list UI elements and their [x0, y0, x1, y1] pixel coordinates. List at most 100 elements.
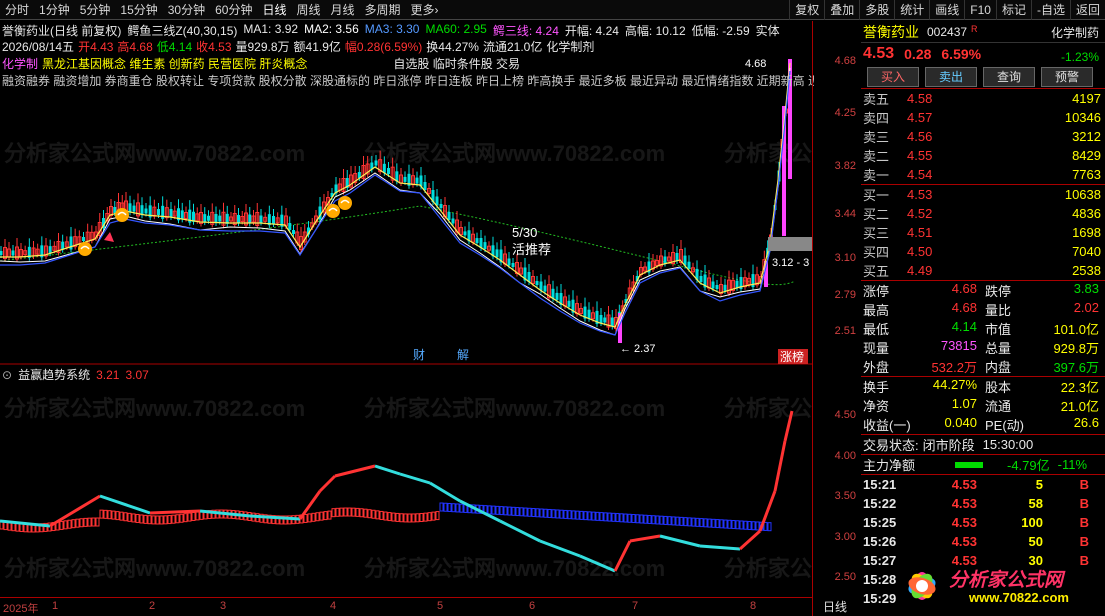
indicator-tick: 4.00	[834, 450, 856, 462]
trend-bar	[355, 507, 360, 517]
sell-button[interactable]: 卖出	[925, 66, 977, 87]
watermark-text: 分析家公式网www.70822.com	[724, 141, 812, 166]
logo-text: 分析家公式网	[949, 570, 1064, 591]
trend-line	[539, 539, 581, 558]
ma3-value: MA3: 3.30	[364, 22, 420, 36]
tick-row: 15:21 4.53 5 B	[861, 475, 1105, 494]
stat-row: 收益(一) 0.040 PE(动) 26.6	[861, 415, 1105, 434]
stat-row: 换手 44.27% 股本 22.3亿	[861, 377, 1105, 396]
bid-price[interactable]: 4.51	[907, 225, 977, 240]
netflow-pct: -11%	[1057, 457, 1088, 472]
mark-button[interactable]: 标记	[995, 0, 1031, 20]
concept-list[interactable]: 黑龙江基因概念 维生素 创新药 民营医院 肝炎概念	[42, 55, 307, 72]
adjust-button[interactable]: 复权	[789, 0, 824, 20]
watermark-text: 分析家公式网www.70822.com	[364, 396, 665, 421]
tab-60min[interactable]: 60分钟	[210, 0, 257, 20]
tab-minute[interactable]: 分时	[0, 0, 34, 20]
tab-1min[interactable]: 1分钟	[34, 0, 75, 20]
trend-bar	[163, 515, 168, 525]
ask-price[interactable]: 4.56	[907, 129, 977, 144]
tab-30min[interactable]: 30分钟	[163, 0, 210, 20]
stat-value: 532.2万	[931, 360, 977, 375]
tick-row: 15:25 4.53 100 B	[861, 513, 1105, 532]
bid-price[interactable]: 4.52	[907, 206, 977, 221]
alert-button[interactable]: 预警	[1041, 66, 1093, 87]
ask-row: 卖三 4.56 3212	[861, 127, 1105, 146]
bid-price[interactable]: 4.53	[907, 187, 977, 202]
remove-watchlist-button[interactable]: -自选	[1030, 0, 1070, 20]
stat-value: 26.6	[1073, 415, 1099, 430]
price-tick: 4.68	[834, 55, 856, 67]
bid-price[interactable]: 4.50	[907, 244, 977, 259]
buy-button[interactable]: 买入	[867, 66, 919, 87]
trend-bar	[63, 520, 68, 530]
tick-price: 4.53	[951, 515, 977, 530]
bid-price[interactable]: 4.49	[907, 263, 977, 278]
trend-bar	[503, 506, 508, 516]
tab-monthly[interactable]: 月线	[326, 0, 360, 20]
trend-bar	[511, 506, 516, 516]
formula-name[interactable]: 鳄鱼三线Z(40,30,15)	[127, 22, 237, 39]
tab-more[interactable]: 更多›	[406, 0, 444, 20]
trend-bar	[155, 515, 160, 525]
stock-name: 誉衡药业	[863, 23, 919, 40]
trend-bar	[391, 512, 396, 522]
ask-price[interactable]: 4.57	[907, 110, 977, 125]
trend-bar	[175, 514, 180, 524]
tab-15min[interactable]: 15分钟	[115, 0, 162, 20]
trend-bar	[767, 522, 772, 532]
bid-volume: 7040	[1072, 244, 1101, 259]
tab-weekly[interactable]: 周线	[291, 0, 325, 20]
tab-multi-period[interactable]: 多周期	[360, 0, 406, 20]
candle-body	[259, 215, 263, 223]
trend-bar	[663, 515, 668, 525]
collapse-icon[interactable]: ⊙	[2, 368, 12, 382]
query-button[interactable]: 查询	[983, 66, 1035, 87]
bar-open: 开4.43	[78, 40, 114, 54]
trend-bar	[527, 507, 532, 517]
stat-value: 929.8万	[1053, 341, 1099, 356]
stat-row: 最低 4.14 市值 101.0亿	[861, 319, 1105, 338]
trend-bar	[535, 508, 540, 518]
candle-body	[587, 309, 591, 319]
multi-stock-button[interactable]: 多股	[859, 0, 894, 20]
chart-header: 誉衡药业(日线 前复权) 鳄鱼三线Z(40,30,15) MA1: 3.92 M…	[2, 22, 780, 39]
back-button[interactable]: 返回	[1069, 0, 1105, 20]
price-tick: 2.79	[834, 289, 856, 301]
trend-bar	[195, 511, 200, 521]
trend-bar	[671, 516, 676, 526]
trend-bar	[631, 514, 636, 524]
tab-5min[interactable]: 5分钟	[75, 0, 116, 20]
trend-bar	[395, 512, 400, 522]
stat-label: 最高	[863, 303, 890, 318]
ask-price[interactable]: 4.55	[907, 148, 977, 163]
tab-daily[interactable]: 日线	[257, 0, 291, 20]
trend-bar	[67, 519, 72, 529]
draw-button[interactable]: 画线	[929, 0, 964, 20]
ask-price[interactable]: 4.58	[907, 91, 977, 106]
ask-label: 卖四	[863, 111, 890, 126]
trend-bar	[171, 514, 176, 524]
sector-name[interactable]: 化学制药	[1051, 24, 1099, 41]
overlay-button[interactable]: 叠加	[824, 0, 859, 20]
stat-label: 换手	[863, 380, 890, 395]
ask-volume: 3212	[1072, 129, 1101, 144]
tag-list[interactable]: 自选股 临时条件股 交易	[393, 55, 520, 72]
f10-button[interactable]: F10	[964, 0, 996, 20]
stat-value: 4.68	[951, 300, 977, 315]
indicator-name[interactable]: 益赢趋势系统	[18, 366, 90, 383]
candle-body	[387, 168, 390, 174]
stats-button[interactable]: 统计	[894, 0, 929, 20]
kline-chart[interactable]: 分析家公式网www.70822.com 分析家公式网www.70822.com 分析…	[0, 21, 812, 597]
trend-bar	[575, 510, 580, 520]
ask-price[interactable]: 4.54	[907, 167, 977, 182]
bid-volume: 2538	[1072, 263, 1101, 278]
bid-row: 买四 4.50 7040	[861, 242, 1105, 261]
finance-badge: 财	[413, 348, 425, 362]
trend-bar	[351, 507, 356, 517]
candle-body	[403, 176, 407, 182]
stat-value: 0.040	[944, 415, 977, 430]
trend-bar	[71, 519, 76, 529]
bid-volume: 4836	[1072, 206, 1101, 221]
month-tick: 1	[52, 600, 59, 612]
